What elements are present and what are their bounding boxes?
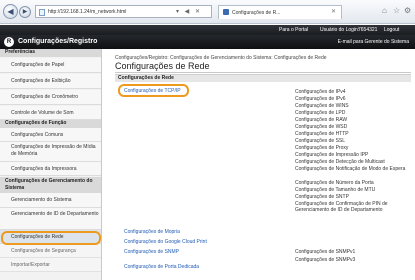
sidebar-item-system-management[interactable]: Gerenciamento do Sistema <box>0 193 101 208</box>
sidebar-item-timer[interactable]: Configurações de Cronômetro <box>0 90 101 105</box>
login-user-value: 7654321 <box>358 27 378 33</box>
favorites-star-icon[interactable]: ☆ <box>393 6 400 15</box>
sidebar-header-management: Configurações de Gerenciamento do Sistem… <box>0 177 101 193</box>
close-tab-icon[interactable]: ✕ <box>331 8 336 15</box>
tcpip-item-port-number: Configurações de Número da Porta <box>295 180 374 186</box>
tcpip-item-pin-confirmation: Configurações de Confirmação de PIN de G… <box>295 201 388 213</box>
login-user-label: Usuário do Login: <box>320 27 360 33</box>
section-header: Configurações de Rede <box>115 74 411 82</box>
link-tcpip[interactable]: Configurações de TCP/IP <box>124 88 181 94</box>
tcpip-item-mtu: Configurações de Tamanho de MTU <box>295 187 376 193</box>
address-tools[interactable]: ▾ ◀ ✕ <box>176 8 202 15</box>
sidebar-item-memory-media[interactable]: Configurações de Impressão de Mídia de M… <box>0 142 101 162</box>
tcpip-item-ipp: Configurações de Impressão IPP <box>295 152 369 158</box>
sidebar-item-common[interactable]: Configurações Comuns <box>0 128 101 142</box>
snmp-item-v1: Configurações de SNMPv1 <box>295 249 356 255</box>
gear-icon[interactable]: ⚙ <box>404 6 411 15</box>
tcpip-item-sleep-notification: Configurações de Notificação de Modo de … <box>295 166 406 172</box>
page-title: Configurações de Rede <box>115 61 210 71</box>
sidebar: Preferências Configurações de Papel Conf… <box>0 49 102 280</box>
sidebar-header-preferences: Preferências <box>0 49 101 57</box>
url-text: http://192.168.1.24/m_network.html <box>48 9 127 15</box>
sidebar-item-department-id[interactable]: Gerenciamento de ID de Departamento <box>0 208 101 230</box>
title-divider <box>115 72 411 73</box>
snmp-item-v3: Configurações de SNMPv3 <box>295 257 356 263</box>
tcpip-item-ipv6: Configurações de IPv6 <box>295 96 346 102</box>
page-icon <box>39 9 45 16</box>
tcpip-item-wsd: Configurações de WSD <box>295 124 348 130</box>
tab-title: Configurações de R... <box>232 10 281 16</box>
link-snmp[interactable]: Configurações de SNMP <box>124 249 179 255</box>
portal-link[interactable]: Para o Portal <box>279 27 308 33</box>
top-bar: Para o Portal Usuário do Login: 7654321 … <box>0 25 415 35</box>
tcpip-item-raw: Configurações de RAW <box>295 117 348 123</box>
browser-toolbar: ◀ ▶ http://192.168.1.24/m_network.html ▾… <box>0 0 415 24</box>
logout-link[interactable]: Logout <box>384 27 399 33</box>
tcpip-item-multicast: Configurações de Detecção de Multicast <box>295 159 385 165</box>
sidebar-item-paper[interactable]: Configurações de Papel <box>0 58 101 73</box>
sidebar-network-highlight <box>1 231 101 245</box>
sidebar-item-printer[interactable]: Configurações da Impressora <box>0 162 101 176</box>
tcpip-item-http: Configurações de HTTP <box>295 131 349 137</box>
header-title: Configurações/Registro <box>18 38 98 45</box>
sidebar-item-security[interactable]: Configurações de Segurança <box>0 244 101 258</box>
sidebar-item-volume[interactable]: Controle de Volume de Som <box>0 106 101 120</box>
address-bar[interactable]: http://192.168.1.24/m_network.html ▾ ◀ ✕ <box>35 5 212 18</box>
sidebar-header-function: Configurações de Função <box>0 120 101 128</box>
back-arrow-icon[interactable]: ◀ <box>3 4 18 19</box>
sidebar-item-import-export[interactable]: Importar/Exportar <box>0 258 101 272</box>
tcpip-item-ipv4: Configurações de IPv4 <box>295 89 346 95</box>
settings-logo-icon: R <box>4 37 14 47</box>
tcpip-item-ssl: Configurações de SSL <box>295 138 346 144</box>
forward-arrow-icon[interactable]: ▶ <box>19 6 31 18</box>
email-admin-link[interactable]: E-mail para Gerente do Sistema <box>338 39 409 45</box>
tcpip-item-wins: Configurações de WINS <box>295 103 349 109</box>
sidebar-item-display[interactable]: Configurações de Exibição <box>0 74 101 89</box>
header-bar: R Configurações/Registro E-mail para Ger… <box>0 35 415 49</box>
tcpip-item-proxy: Configurações de Proxy <box>295 145 349 151</box>
home-icon[interactable]: ⌂ <box>382 6 387 15</box>
tcpip-item-sntp: Configurações de SNTP <box>295 194 349 200</box>
browser-tab[interactable]: Configurações de R... ✕ <box>218 5 342 19</box>
favicon-icon <box>223 9 229 15</box>
link-google-cloud-print[interactable]: Configurações do Google Cloud Print <box>124 239 207 245</box>
link-dedicated-port[interactable]: Configurações de Porta Dedicada <box>124 264 199 270</box>
tcpip-item-lpd: Configurações de LPD <box>295 110 346 116</box>
link-mopria[interactable]: Configurações de Mopria <box>124 229 180 235</box>
